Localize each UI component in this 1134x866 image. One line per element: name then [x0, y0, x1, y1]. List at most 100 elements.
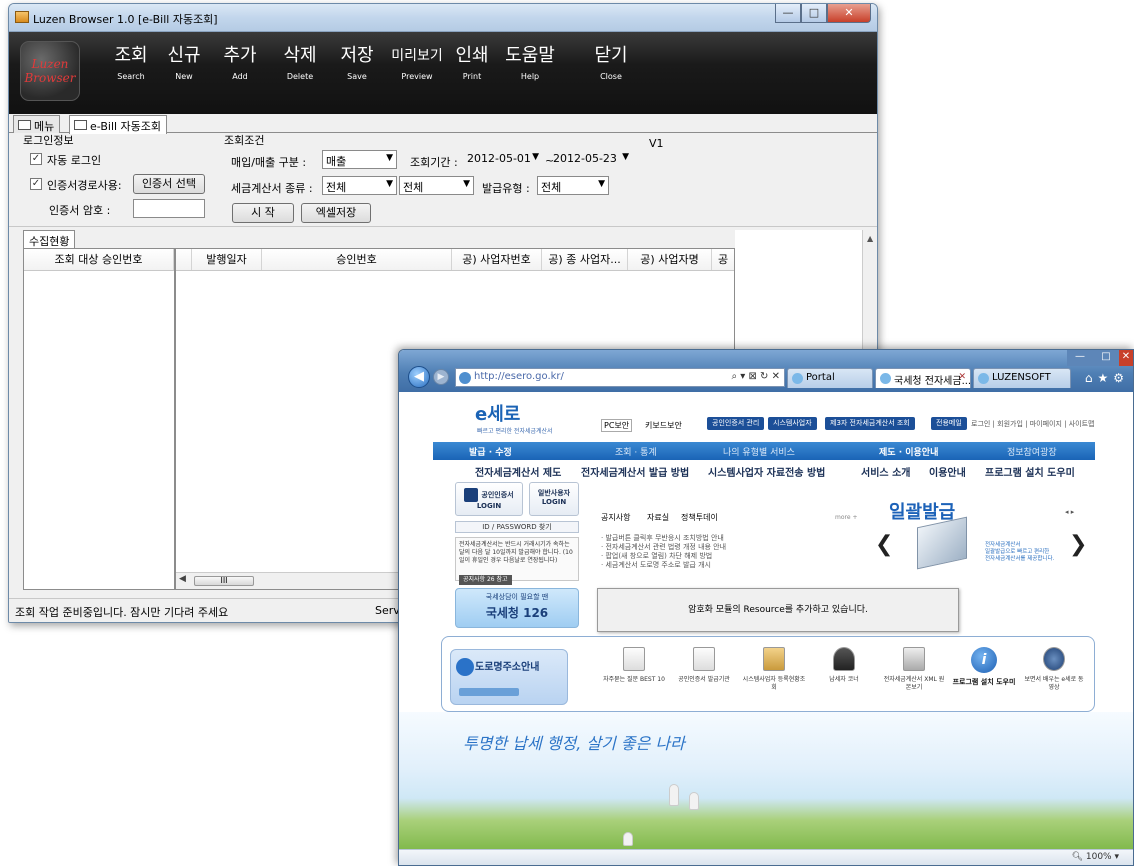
- close-button[interactable]: 닫기 Close: [588, 45, 634, 84]
- new-button[interactable]: 신규 New: [161, 45, 207, 84]
- column-header[interactable]: 승인번호: [262, 249, 452, 270]
- third-party-query-link[interactable]: 제3자 전자세금계산서 조회: [825, 417, 915, 430]
- road-address-banner[interactable]: 도로명주소안내: [450, 649, 568, 705]
- scroll-thumb[interactable]: III: [194, 576, 254, 586]
- subnav-item[interactable]: 이용안내: [929, 464, 966, 479]
- keyboard-security-badge[interactable]: 키보드보안: [645, 420, 682, 431]
- add-button[interactable]: 추가 Add: [217, 45, 263, 84]
- column-header[interactable]: 발행일자: [192, 249, 262, 270]
- notice-item[interactable]: · 팝업(새 창으로 열림) 차단 해제 방법: [601, 552, 726, 561]
- forward-arrow-icon[interactable]: ▶: [433, 369, 449, 385]
- address-tools[interactable]: ⌕ ▾ ⊠ ↻ ✕: [732, 371, 780, 382]
- help-button[interactable]: 도움말 Help: [502, 45, 558, 84]
- issue-type-select[interactable]: 전체 ▼: [537, 176, 609, 195]
- nav-item[interactable]: 제도 · 이용안내: [879, 445, 938, 458]
- nav-item[interactable]: 정보참여광장: [1007, 445, 1057, 458]
- invoice-type-select[interactable]: 전체 ▼: [322, 176, 397, 195]
- browser-tab-nts[interactable]: 국세청 전자세금... ✕: [875, 368, 971, 388]
- banner-126[interactable]: 국세상담이 필요할 땐 국세청 126: [455, 588, 579, 628]
- date-to-picker[interactable]: 2012-05-23 ▼: [550, 150, 632, 169]
- maximize-icon[interactable]: □: [1093, 350, 1119, 366]
- notice-tag[interactable]: 공지사항 26 참고: [459, 575, 512, 585]
- tab-menu[interactable]: 메뉴: [13, 115, 61, 133]
- subnav-item[interactable]: 시스템사업자 자료전송 방법: [708, 464, 825, 479]
- slider-pager[interactable]: ◂ ▸: [1065, 508, 1074, 516]
- cert-password-input[interactable]: [133, 199, 205, 218]
- cert-select-button[interactable]: 인증서 선택: [133, 174, 205, 194]
- id-password-find-link[interactable]: ID / PASSWORD 찾기: [455, 521, 579, 533]
- notice-item[interactable]: · 전자세금계산서 관련 법령 개정 내용 안내: [601, 543, 726, 552]
- period-label: 조회기간 :: [410, 156, 458, 169]
- subnav-item[interactable]: 서비스 소개: [861, 464, 910, 479]
- chevron-left-icon[interactable]: ❮: [875, 532, 893, 557]
- close-icon[interactable]: ✕: [827, 4, 871, 23]
- subnav-item[interactable]: 프로그램 설치 도우미: [985, 464, 1075, 479]
- gear-icon[interactable]: ⚙: [1113, 371, 1129, 385]
- cert-issuer-link[interactable]: 공인인증서 발급기관: [672, 647, 736, 684]
- arrow-left-icon[interactable]: ◀: [179, 574, 186, 584]
- video-learning-link[interactable]: 보면서 배우는 e세로 동영상: [1022, 647, 1086, 692]
- faq-link[interactable]: 자주묻는 질문 BEST 10: [602, 647, 666, 684]
- taxpayer-corner-link[interactable]: 납세자 코너: [812, 647, 876, 684]
- minimize-icon[interactable]: —: [775, 4, 801, 23]
- close-tab-icon[interactable]: ✕: [958, 372, 966, 382]
- search-button[interactable]: 조회 Search: [108, 45, 154, 84]
- more-link[interactable]: more +: [835, 514, 857, 521]
- minimize-icon[interactable]: —: [1067, 350, 1093, 366]
- subnav-item[interactable]: 전자세금계산서 발급 방법: [581, 464, 689, 479]
- document-icon: [18, 120, 31, 130]
- zoom-icon: 🔍︎: [1071, 852, 1083, 862]
- maximize-icon[interactable]: □: [801, 4, 827, 23]
- tab-notice[interactable]: 공지사항: [601, 512, 630, 523]
- subnav-item[interactable]: 전자세금계산서 제도: [475, 464, 561, 479]
- invoice-type-value: 전체: [326, 181, 347, 194]
- back-arrow-icon[interactable]: ◀: [408, 366, 430, 388]
- start-button[interactable]: 시 작: [232, 203, 294, 223]
- nav-item[interactable]: 발급 · 수정: [469, 445, 512, 458]
- column-header[interactable]: 공) 종 사업자...: [542, 249, 628, 270]
- tab-collect-status[interactable]: 수집현황: [23, 230, 76, 249]
- nav-item[interactable]: 나의 유형별 서비스: [723, 445, 795, 458]
- chevron-right-icon[interactable]: ❯: [1069, 532, 1087, 557]
- install-helper-link[interactable]: i 프로그램 설치 도우미: [952, 647, 1016, 687]
- tab-ebill[interactable]: e-Bill 자동조회: [69, 115, 168, 134]
- delete-button[interactable]: 삭제 Delete: [277, 45, 323, 84]
- notice-item[interactable]: · 세금계산서 도로명 주소로 발급 개시: [601, 561, 726, 570]
- cert-manage-link[interactable]: 공인인증서 관리: [707, 417, 765, 430]
- column-header[interactable]: 공: [712, 249, 734, 270]
- app-icon: [15, 11, 29, 23]
- xml-view-link[interactable]: 전자세금계산서 XML 원본보기: [882, 647, 946, 692]
- column-header[interactable]: 조회 대상 승인번호: [24, 249, 174, 270]
- zoom-level[interactable]: 🔍︎ 100% ▾: [1072, 852, 1119, 862]
- nav-item[interactable]: 조회 · 통계: [615, 445, 657, 458]
- home-icon[interactable]: ⌂: [1085, 371, 1098, 385]
- browser-tab-portal[interactable]: Portal: [787, 368, 873, 388]
- system-provider-status-link[interactable]: 시스템사업자 등록현황조회: [742, 647, 806, 692]
- tab-policy[interactable]: 정책투데이: [681, 512, 718, 523]
- column-header[interactable]: 공) 사업자번호: [452, 249, 542, 270]
- star-icon[interactable]: ★: [1097, 371, 1113, 385]
- address-bar[interactable]: http://esero.go.kr/ ⌕ ▾ ⊠ ↻ ✕: [455, 368, 785, 387]
- notice-item[interactable]: · 발급버튼 클릭후 무반응시 조치방법 안내: [601, 534, 726, 543]
- print-button[interactable]: 인쇄 Print: [449, 45, 495, 84]
- system-provider-link[interactable]: 시스템사업자: [768, 417, 817, 430]
- close-icon[interactable]: ✕: [1119, 350, 1133, 366]
- preview-button[interactable]: 미리보기 Preview: [389, 45, 445, 84]
- buy-sell-select[interactable]: 매출 ▼: [322, 150, 397, 169]
- cert-path-checkbox[interactable]: ✓: [30, 178, 42, 190]
- browser-tab-luzensoft[interactable]: LUZENSOFT: [973, 368, 1071, 388]
- column-header[interactable]: 공) 사업자명: [628, 249, 712, 270]
- auto-login-checkbox[interactable]: ✓: [30, 153, 42, 165]
- general-login-button[interactable]: 일반사용자 LOGIN: [529, 482, 579, 516]
- pc-security-badge[interactable]: PC보안: [601, 419, 633, 432]
- excel-save-button[interactable]: 엑셀저장: [301, 203, 371, 223]
- tab-favicon: [792, 373, 803, 384]
- invoice-subtype-select[interactable]: 전체 ▼: [399, 176, 474, 195]
- arrow-up-icon[interactable]: ▲: [867, 234, 873, 243]
- dedicated-mail-link[interactable]: 전용메일: [931, 417, 967, 430]
- save-button[interactable]: 저장 Save: [334, 45, 380, 84]
- top-links[interactable]: 로그인 | 회원가입 | 마이페이지 | 사이트맵: [971, 419, 1094, 429]
- cert-login-button[interactable]: 공인인증서 LOGIN: [455, 482, 523, 516]
- tab-archive[interactable]: 자료실: [647, 512, 669, 523]
- date-from-picker[interactable]: 2012-05-01 ▼: [464, 150, 542, 169]
